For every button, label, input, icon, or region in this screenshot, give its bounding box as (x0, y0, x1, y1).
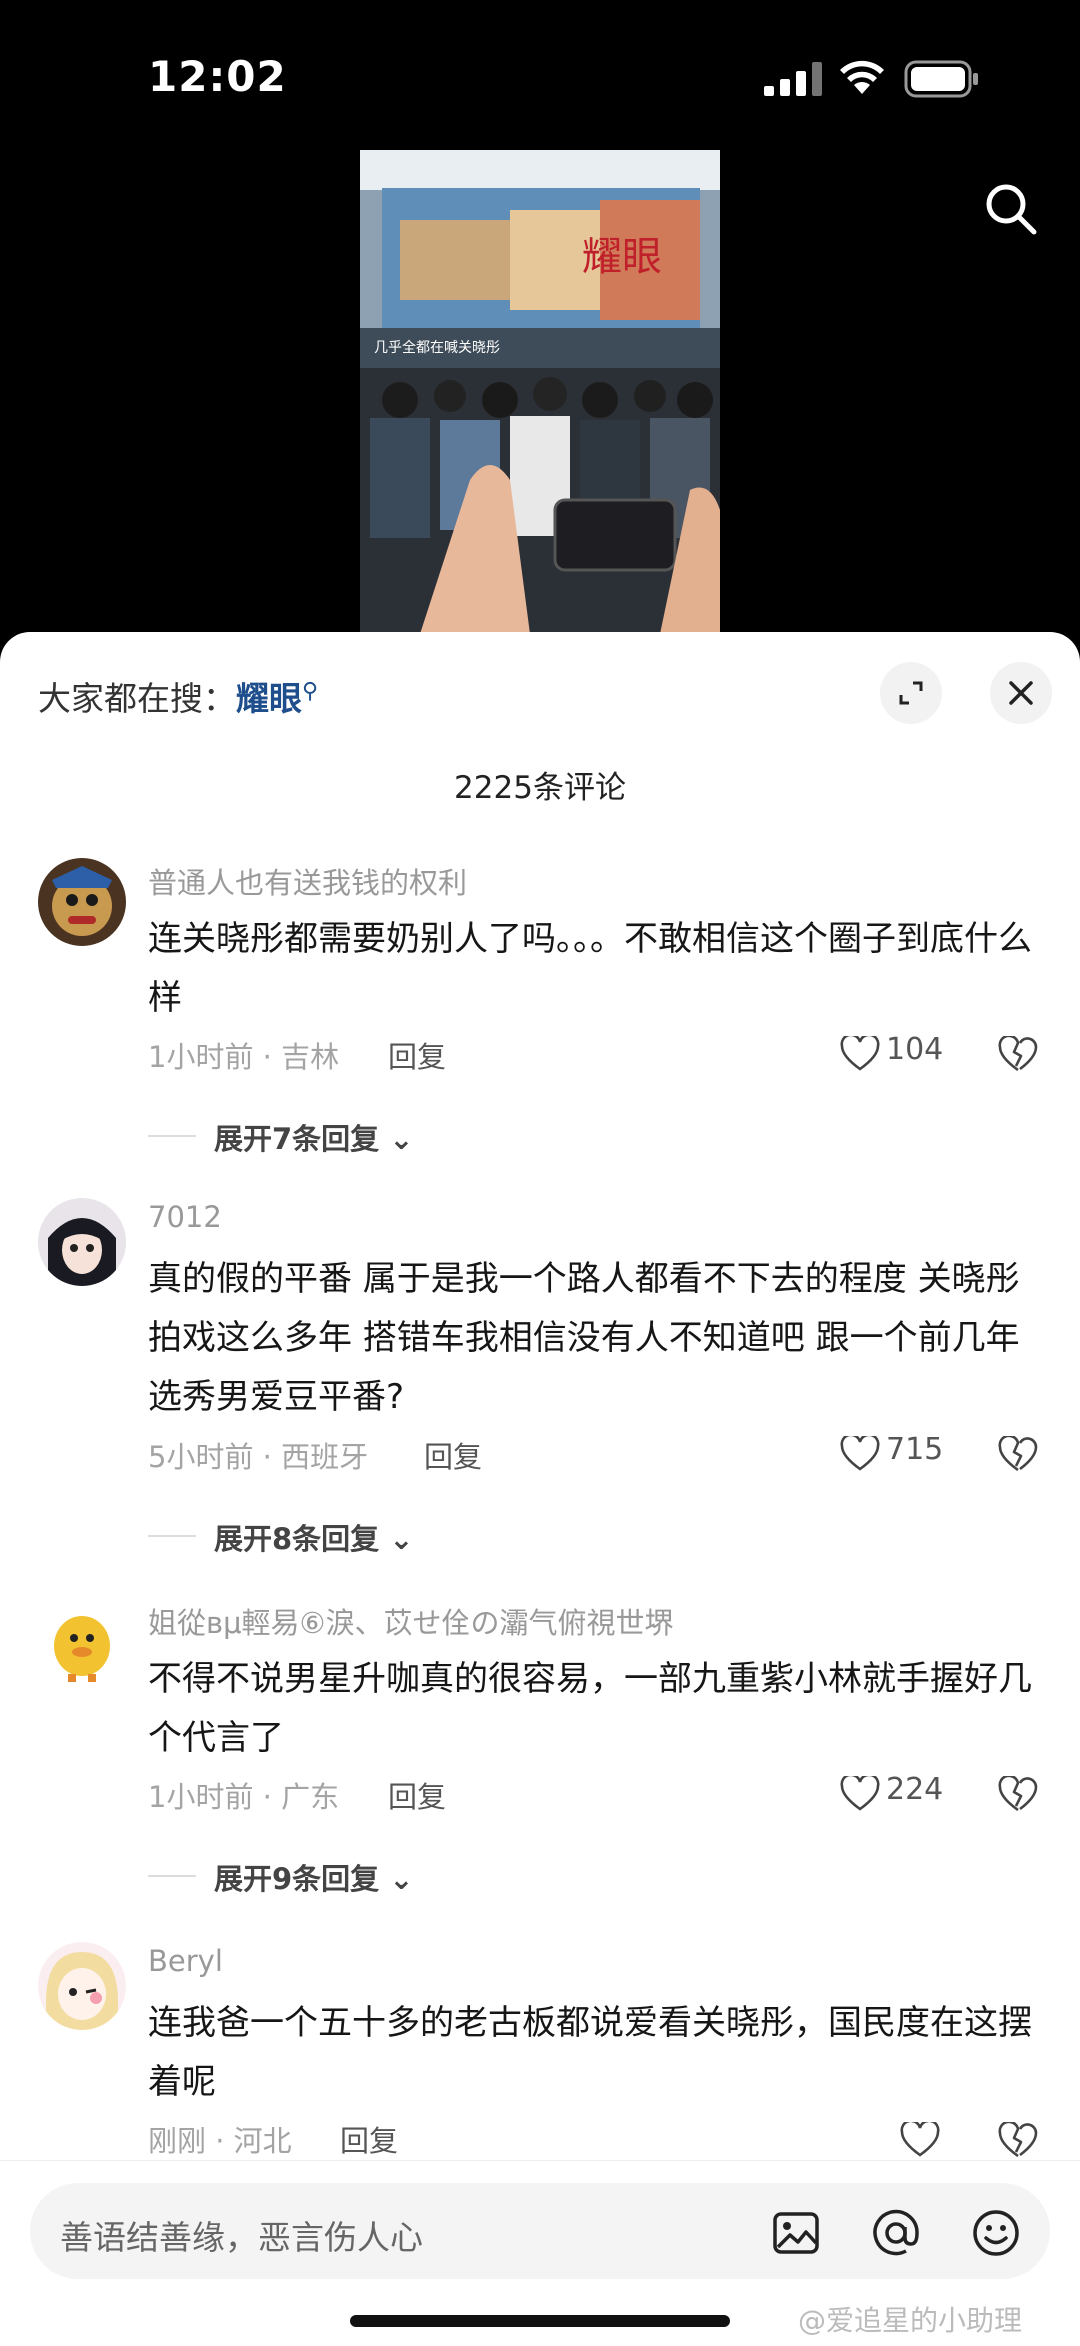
avatar[interactable] (38, 1942, 126, 2030)
comment-username[interactable]: 7012 (148, 1200, 222, 1234)
comment-text: 不得不说男星升咖真的很容易，一部九重紫小林就手握好几个代言了 (148, 1659, 1032, 1758)
video-overlay-caption: 几乎全都在喊关晓彤 (374, 339, 500, 356)
chevron-down-icon: ⌄ (389, 1522, 414, 1556)
home-indicator[interactable] (350, 2315, 730, 2327)
search-icon[interactable] (980, 178, 1040, 238)
comment-meta: 5小时前 · 西班牙 (148, 1440, 369, 1474)
divider (148, 1135, 196, 1137)
comment-meta: 刚刚 · 河北 (148, 2124, 292, 2158)
like-count: 224 (886, 1772, 944, 1807)
heart-icon[interactable] (840, 1776, 880, 1812)
divider (148, 1875, 196, 1877)
wifi-icon (840, 60, 884, 94)
comment-username[interactable]: 姐從вμ輕易⑥淚、苡せ佺の灞气俯視世堺 (148, 1600, 674, 1642)
status-time: 12:02 (148, 52, 287, 101)
expand-replies-label: 展开7条回复 (214, 1122, 380, 1156)
comment-meta: 1小时前 · 广东 (148, 1780, 340, 1814)
battery-icon (904, 60, 978, 98)
image-icon[interactable] (770, 2207, 822, 2259)
poster-title: 耀眼 (582, 234, 662, 280)
heart-icon[interactable] (900, 2122, 940, 2158)
comment-username[interactable]: 普通人也有送我钱的权利 (148, 860, 467, 902)
like-count: 715 (886, 1432, 944, 1467)
comment-meta: 1小时前 · 吉林 (148, 1040, 340, 1074)
heart-icon[interactable] (840, 1436, 880, 1472)
reply-button[interactable]: 回复 (388, 1034, 446, 1076)
broken-heart-icon[interactable] (998, 1436, 1038, 1474)
heart-icon[interactable] (840, 1036, 880, 1072)
comment-text: 连我爸一个五十多的老古板都说爱看关晓彤，国民度在这摆着呢 (148, 2003, 1032, 2102)
comment-input-bar: 善语结善缘，恶言伤人心 @爱追星的小助理 (0, 2160, 1080, 2346)
comment-text: 真的假的平番 属于是我一个路人都看不下去的程度 关晓彤拍戏这么多年 搭错车我相信… (148, 1259, 1020, 1417)
reply-button[interactable]: 回复 (388, 1774, 446, 1816)
broken-heart-icon[interactable] (998, 1776, 1038, 1814)
comment-list[interactable]: 普通人也有送我钱的权利 连关晓彤都需要奶别人了吗。。。不敢相信这个圈子到底什么样… (0, 632, 1080, 2160)
video-thumbnail[interactable]: 耀眼 几乎全都在喊关晓彤 (360, 150, 720, 634)
chevron-down-icon: ⌄ (389, 1122, 414, 1156)
comment-input-placeholder: 善语结善缘，恶言伤人心 (60, 2218, 423, 2257)
expand-replies-button[interactable]: 展开8条回复 ⌄ (148, 1516, 468, 1556)
expand-replies-button[interactable]: 展开7条回复 ⌄ (148, 1116, 468, 1156)
comment-input[interactable]: 善语结善缘，恶言伤人心 (30, 2183, 1050, 2279)
video-frame-illustration: 耀眼 几乎全都在喊关晓彤 (360, 150, 720, 634)
broken-heart-icon[interactable] (998, 1036, 1038, 1074)
comment-username[interactable]: Beryl (148, 1944, 223, 1978)
video-player[interactable]: 耀眼 几乎全都在喊关晓彤 (0, 150, 1080, 634)
at-icon[interactable] (870, 2207, 922, 2259)
avatar[interactable] (38, 1198, 126, 1286)
avatar[interactable] (38, 858, 126, 946)
watermark: @爱追星的小助理 (798, 2304, 1023, 2337)
reply-button[interactable]: 回复 (340, 2118, 398, 2160)
chevron-down-icon: ⌄ (389, 1862, 414, 1896)
expand-replies-button[interactable]: 展开9条回复 ⌄ (148, 1856, 468, 1896)
expand-replies-label: 展开8条回复 (214, 1522, 380, 1556)
emoji-icon[interactable] (970, 2207, 1022, 2259)
expand-replies-label: 展开9条回复 (214, 1862, 380, 1896)
broken-heart-icon[interactable] (998, 2122, 1038, 2160)
comment-text: 连关晓彤都需要奶别人了吗。。。不敢相信这个圈子到底什么样 (148, 919, 1032, 1018)
divider (148, 1535, 196, 1537)
status-bar: 12:02 (0, 0, 1080, 150)
like-count: 104 (886, 1032, 944, 1067)
cellular-signal-icon (764, 62, 822, 96)
reply-button[interactable]: 回复 (424, 1434, 482, 1476)
avatar[interactable] (38, 1598, 126, 1686)
